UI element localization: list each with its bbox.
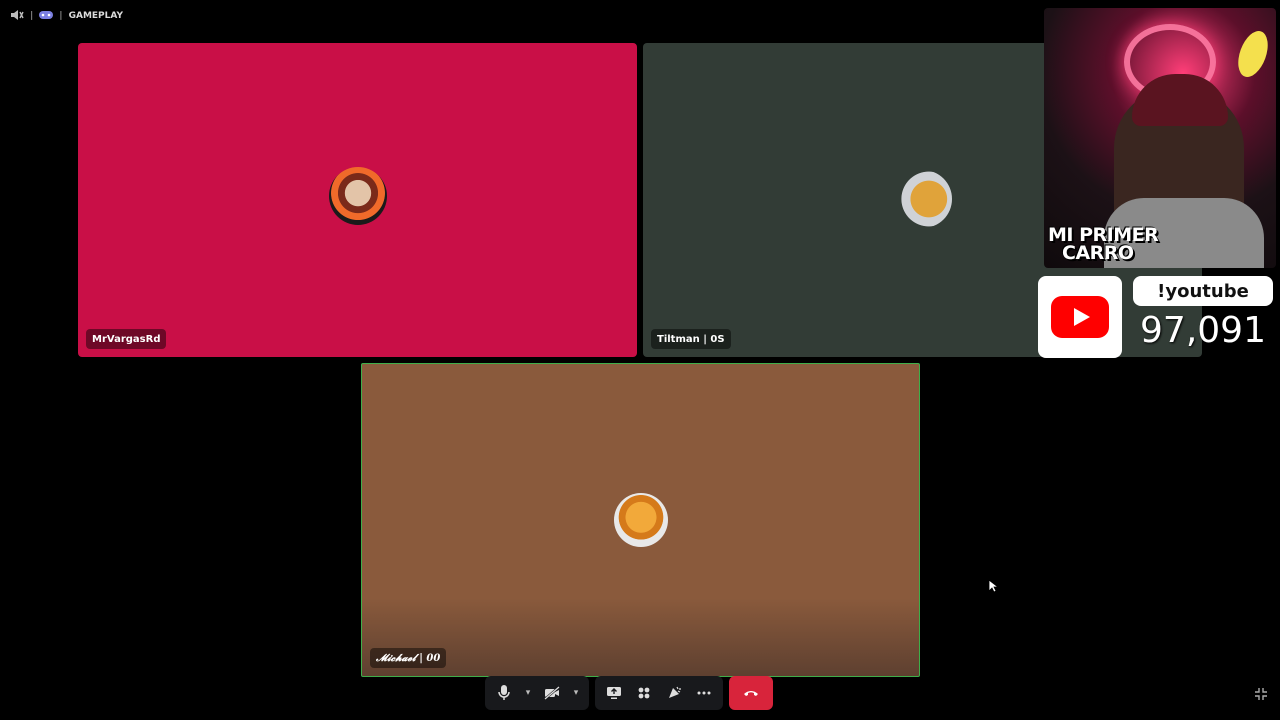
webcam-overlay: MI PRIMER CARRO: [1044, 8, 1276, 268]
participant-name: 𝓜𝓲𝓬𝓱𝓪𝓮𝓵 | 00: [370, 648, 447, 668]
banana-decor: [1232, 27, 1274, 81]
screen-share-icon[interactable]: [601, 680, 627, 706]
avatar: [328, 167, 387, 225]
channel-name[interactable]: GAMEPLAY: [69, 11, 123, 21]
channel-header: | | GAMEPLAY: [10, 8, 123, 24]
speaker-icon: [10, 9, 24, 24]
mouse-cursor-icon: [988, 578, 1000, 597]
caption-line-2: CARRO: [1062, 242, 1134, 264]
gamepad-icon: [39, 10, 54, 23]
youtube-subscriber-count: 97,091: [1140, 309, 1266, 351]
hang-up-icon[interactable]: [729, 676, 773, 710]
camera-off-icon[interactable]: [539, 680, 565, 706]
participant-name: Tiltman | 0S: [651, 329, 731, 349]
avatar: [894, 170, 952, 228]
participant-name: MrVargasRd: [86, 329, 167, 349]
chevron-down-icon[interactable]: ▾: [521, 680, 535, 706]
call-controls: ▾ ▾: [485, 676, 773, 710]
stream-caption: MI PRIMER CARRO: [1048, 226, 1159, 264]
participant-tile[interactable]: MrVargasRd: [78, 43, 637, 357]
avatar: [613, 493, 668, 547]
separator: |: [59, 11, 63, 21]
actions-group: [595, 676, 723, 710]
soundboard-icon[interactable]: [661, 680, 687, 706]
fullscreen-exit-icon[interactable]: [1254, 686, 1268, 700]
chevron-down-icon[interactable]: ▾: [569, 680, 583, 706]
separator: |: [30, 11, 34, 21]
mic-icon[interactable]: [491, 680, 517, 706]
youtube-command: !youtube: [1133, 276, 1273, 306]
youtube-logo-icon: [1038, 276, 1122, 358]
participant-tile-active[interactable]: 𝓜𝓲𝓬𝓱𝓪𝓮𝓵 | 00: [361, 363, 920, 677]
activities-icon[interactable]: [631, 680, 657, 706]
more-icon[interactable]: [691, 680, 717, 706]
audio-video-group: ▾ ▾: [485, 676, 589, 710]
